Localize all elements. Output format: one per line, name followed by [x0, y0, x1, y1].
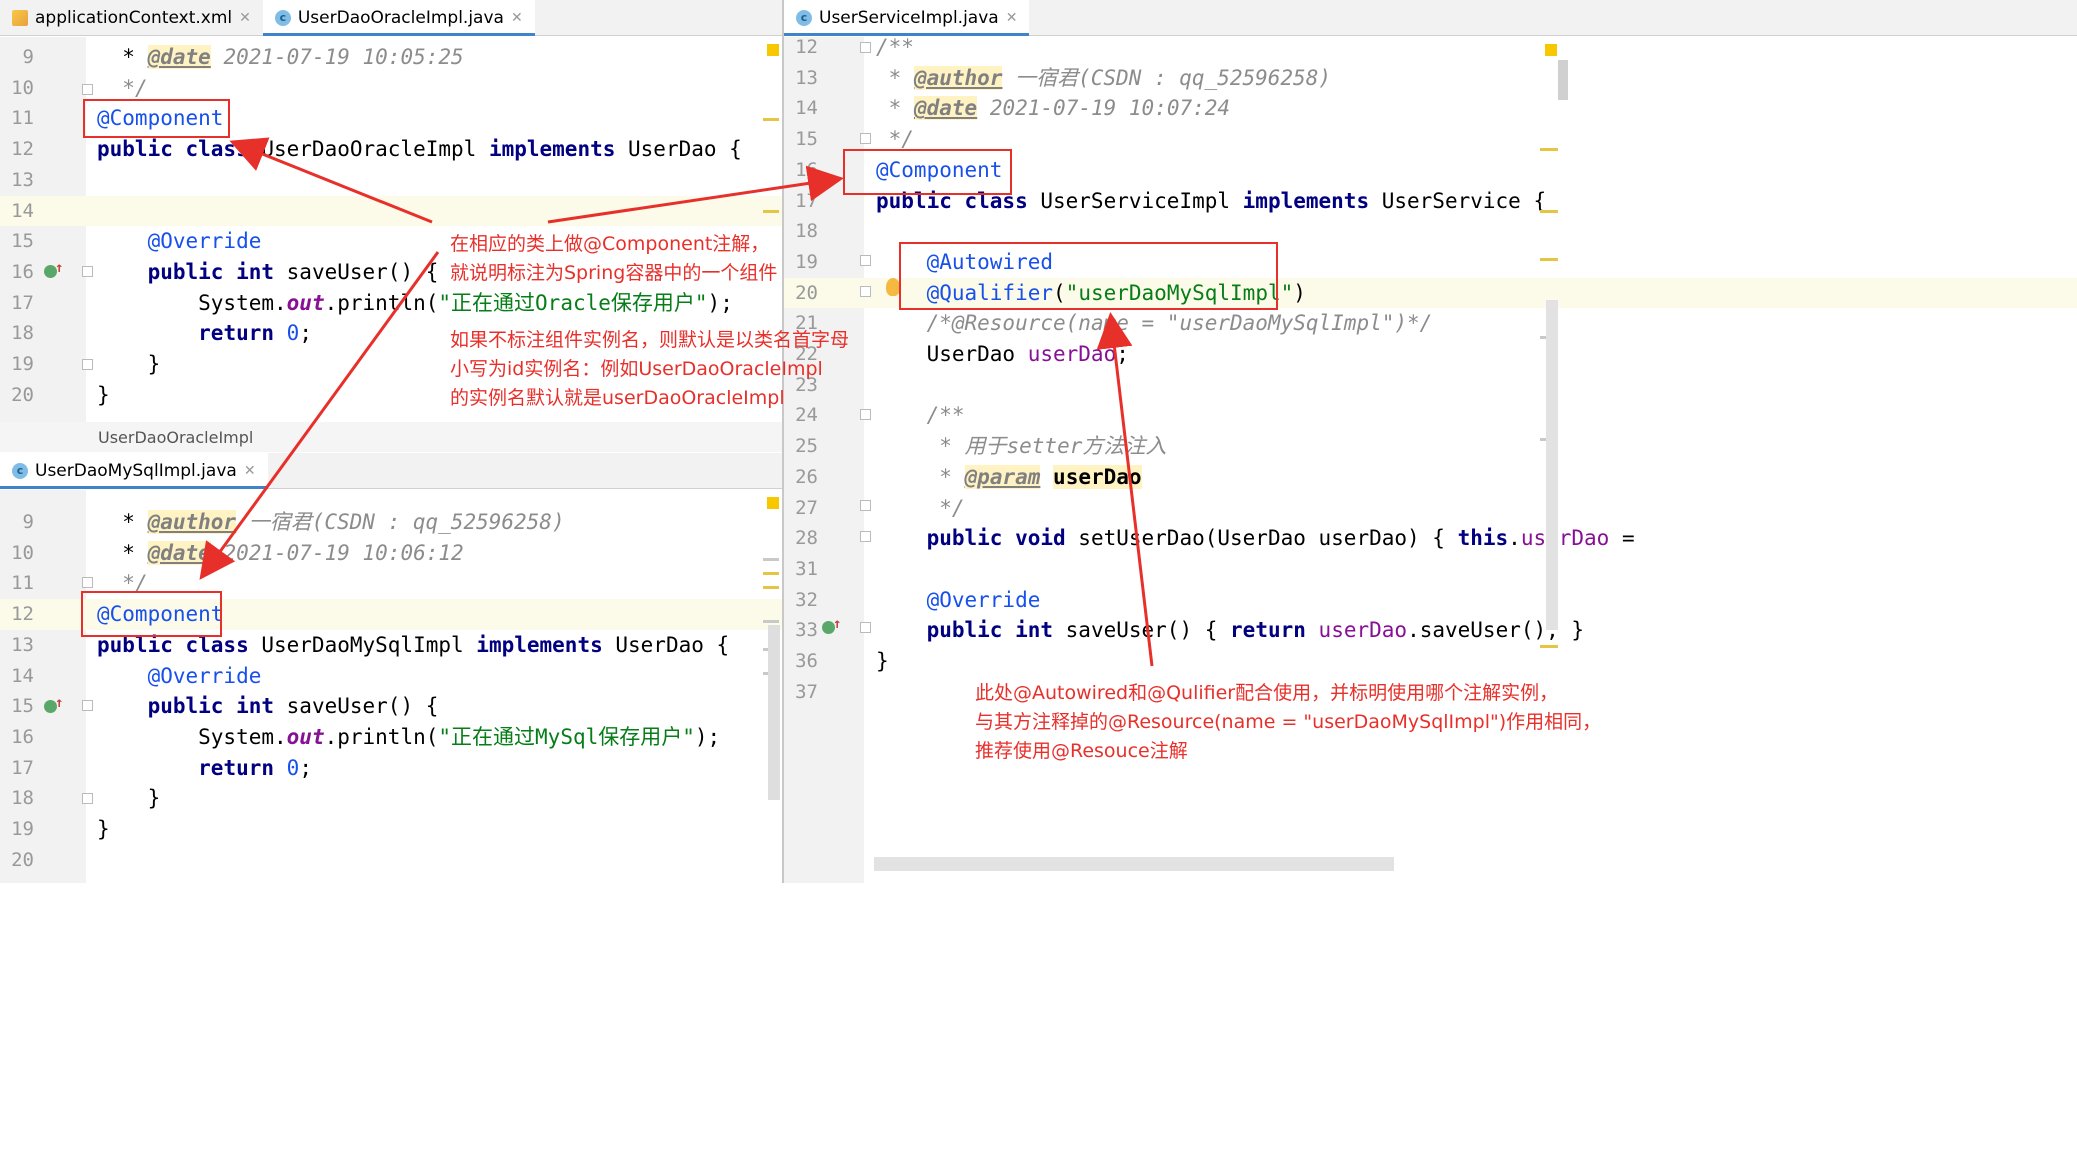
- note-autowired-qualifier: 此处@Autowired和@Qulifier配合使用，并标明使用哪个注解实例， …: [975, 682, 1602, 762]
- arrow-to-oracle-component: [229, 137, 433, 224]
- arrow-to-resource-comment: [1096, 312, 1154, 667]
- note-default-id: 如果不标注组件实例名，则默认是以类名首字母 小写为id实例名：例如UserDao…: [450, 329, 850, 409]
- note-component: 在相应的类上做@Component注解， 就说明标注为Spring容器中的一个组…: [450, 230, 778, 288]
- arrow-to-service-component: [547, 165, 844, 224]
- arrow-to-mysql-component: [199, 251, 440, 580]
